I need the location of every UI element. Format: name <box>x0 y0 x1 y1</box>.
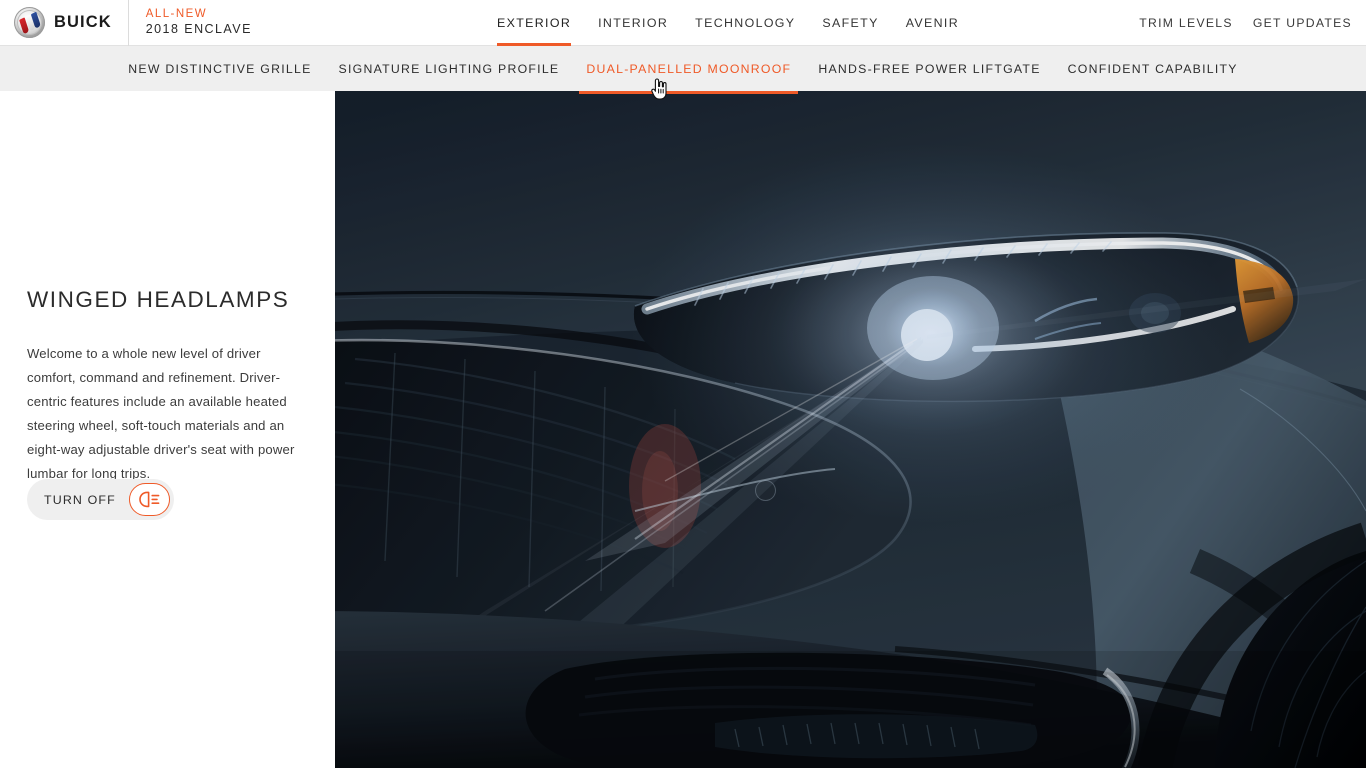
headlamp-icon <box>128 483 170 516</box>
brand-block[interactable]: BUICK <box>0 0 128 46</box>
logo-inner-ring <box>17 10 42 35</box>
util-item-trim-levels[interactable]: TRIM LEVELS <box>1139 16 1233 30</box>
brand-name: BUICK <box>54 13 112 31</box>
top-header: BUICK ALL-NEW 2018 ENCLAVE EXTERIOR INTE… <box>0 0 1366 46</box>
subnav-item-dual-panelled-moonroof[interactable]: DUAL-PANELLED MOONROOF <box>579 46 799 94</box>
subnav-item-hands-free-power-liftgate[interactable]: HANDS-FREE POWER LIFTGATE <box>818 46 1040 91</box>
nav-item-avenir[interactable]: AVENIR <box>906 0 959 46</box>
nav-item-safety[interactable]: SAFETY <box>822 0 878 46</box>
buick-tri-shield-logo-icon <box>14 7 45 38</box>
feature-info-panel: WINGED HEADLAMPS Welcome to a whole new … <box>0 91 335 768</box>
model-name: 2018 ENCLAVE <box>145 21 252 36</box>
nav-item-technology[interactable]: TECHNOLOGY <box>695 0 795 46</box>
headlamp-toggle-label: TURN OFF <box>44 492 116 507</box>
main-nav: EXTERIOR INTERIOR TECHNOLOGY SAFETY AVEN… <box>497 0 959 46</box>
hero-image <box>335 91 1366 768</box>
hotspot-circle-marker-icon[interactable] <box>755 480 776 501</box>
util-item-get-updates[interactable]: GET UPDATES <box>1253 16 1352 30</box>
subnav-item-confident-capability[interactable]: CONFIDENT CAPABILITY <box>1068 46 1238 91</box>
utility-nav: TRIM LEVELS GET UPDATES <box>1139 0 1352 46</box>
feature-description: Welcome to a whole new level of driver c… <box>27 346 295 481</box>
model-block[interactable]: ALL-NEW 2018 ENCLAVE <box>129 8 252 36</box>
subnav-item-new-distinctive-grille[interactable]: NEW DISTINCTIVE GRILLE <box>128 46 311 91</box>
page-title: WINGED HEADLAMPS <box>27 287 290 312</box>
logo-shields <box>18 11 42 34</box>
sub-nav: NEW DISTINCTIVE GRILLE SIGNATURE LIGHTIN… <box>0 46 1366 94</box>
model-eyebrow: ALL-NEW <box>145 8 208 21</box>
subnav-item-signature-lighting-profile[interactable]: SIGNATURE LIGHTING PROFILE <box>339 46 560 91</box>
nav-item-interior[interactable]: INTERIOR <box>598 0 668 46</box>
headlamp-toggle-button[interactable]: TURN OFF <box>27 479 174 520</box>
nav-item-exterior[interactable]: EXTERIOR <box>497 0 572 46</box>
content-stage: WINGED HEADLAMPS Welcome to a whole new … <box>0 91 1366 768</box>
